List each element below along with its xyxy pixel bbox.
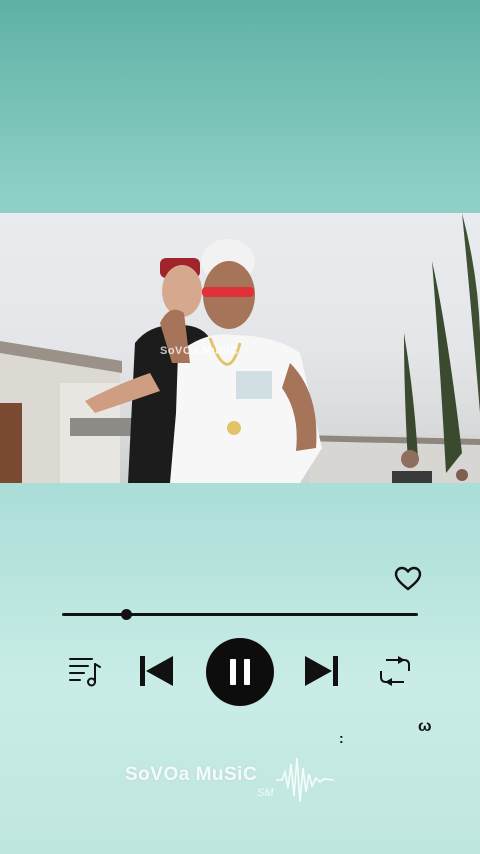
playlist-icon (69, 658, 101, 687)
video-watermark: SoVOa MuSiC (160, 345, 239, 357)
next-button[interactable] (303, 654, 341, 688)
repeat-icon (380, 656, 410, 686)
progress-slider[interactable] (62, 608, 418, 622)
video-frame[interactable]: SoVOa MuSiC (0, 213, 480, 483)
progress-track (62, 613, 418, 616)
brand-logo-text: SoVOa MuSiC (125, 764, 258, 785)
skip-previous-icon (140, 656, 173, 686)
pause-button[interactable] (206, 638, 274, 706)
decor-colon: : (339, 730, 344, 746)
skip-next-icon (305, 656, 338, 686)
repeat-button[interactable] (376, 654, 414, 688)
playlist-button[interactable] (68, 654, 102, 688)
video-scene (0, 213, 480, 483)
favorite-button[interactable] (394, 566, 422, 592)
pause-icon-bar (244, 659, 250, 685)
soundwave-icon (276, 757, 334, 803)
pause-icon (230, 659, 236, 685)
decor-omega: ω (418, 718, 432, 735)
heart-icon (394, 566, 422, 591)
previous-button[interactable] (137, 654, 175, 688)
progress-knob[interactable] (121, 609, 133, 620)
brand-initials: SM (257, 787, 274, 799)
